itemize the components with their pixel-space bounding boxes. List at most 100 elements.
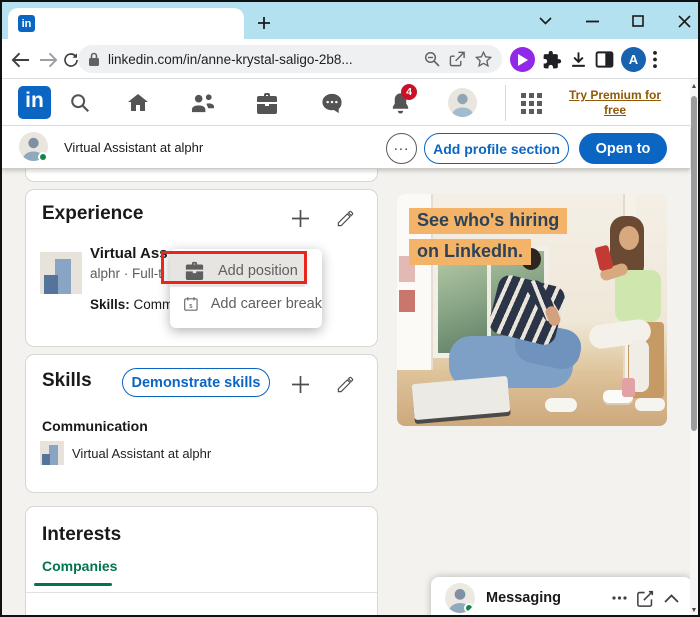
- home-button[interactable]: [124, 89, 152, 117]
- notification-badge: 4: [401, 84, 417, 100]
- search-button[interactable]: [66, 89, 94, 117]
- address-bar[interactable]: linkedin.com/in/anne-krystal-saligo-2b8.…: [78, 45, 502, 73]
- back-button[interactable]: [7, 47, 33, 73]
- browser-tab[interactable]: in: [8, 8, 244, 39]
- add-experience-button[interactable]: [285, 203, 315, 233]
- interests-title: Interests: [42, 524, 122, 545]
- maximize-icon: [632, 15, 644, 27]
- compose-icon: [636, 590, 653, 607]
- company-logo[interactable]: [40, 252, 82, 294]
- previous-card-bottom: [26, 169, 377, 181]
- skill-detail: Virtual Assistant at alphr: [72, 446, 212, 461]
- forward-icon: [39, 52, 57, 68]
- interests-card: Interests Companies: [26, 507, 377, 615]
- nav-divider: [505, 85, 506, 121]
- tab-search-button[interactable]: [533, 10, 557, 32]
- job-company-line: alphr · Full-ti: [90, 266, 166, 281]
- zoom-icon[interactable]: [424, 51, 440, 67]
- ad-banner[interactable]: See who's hiring on LinkedIn.: [397, 194, 667, 426]
- share-icon[interactable]: [449, 51, 466, 67]
- messaging-icon: [322, 93, 342, 113]
- skills-card: Skills Demonstrate skills Communication …: [26, 355, 377, 492]
- presence-indicator: [38, 152, 48, 162]
- menu-item-add-career-break[interactable]: 5 Add career break: [170, 287, 322, 320]
- messaging-title: Messaging: [486, 590, 561, 606]
- ad-wall-art: [399, 290, 415, 312]
- menu-dots-icon[interactable]: [653, 51, 657, 68]
- play-extension-icon: [517, 53, 528, 66]
- divider: [26, 592, 377, 593]
- add-skill-button[interactable]: [285, 369, 315, 399]
- more-button[interactable]: ...: [386, 133, 417, 164]
- play-extension-button[interactable]: [510, 47, 535, 72]
- presence-indicator: [464, 603, 474, 613]
- close-button[interactable]: [672, 10, 696, 32]
- demonstrate-skills-button[interactable]: Demonstrate skills: [122, 368, 270, 397]
- profile-headline: Virtual Assistant at alphr: [64, 140, 204, 155]
- scroll-down-icon[interactable]: ▼: [690, 605, 698, 615]
- home-icon: [128, 94, 148, 111]
- back-icon: [11, 52, 29, 68]
- tab-companies[interactable]: Companies: [42, 558, 117, 574]
- ad-woman2-face: [619, 226, 639, 250]
- calendar-icon: 5: [184, 296, 198, 311]
- messaging-panel[interactable]: Messaging: [431, 577, 692, 615]
- ad-headline-line2: on LinkedIn.: [409, 239, 531, 265]
- browser-profile-avatar[interactable]: A: [621, 47, 646, 72]
- lock-icon: [89, 52, 99, 66]
- expand-messaging-button[interactable]: [658, 585, 684, 611]
- linkedin-logo[interactable]: in: [18, 86, 51, 119]
- pencil-icon: [337, 210, 353, 226]
- active-tab-underline: [34, 583, 112, 586]
- menu-item-add-position[interactable]: Add position: [170, 254, 305, 287]
- job-skills-line: Skills: Comm: [90, 297, 174, 312]
- scroll-up-icon[interactable]: ▲: [690, 81, 698, 91]
- edit-experience-button[interactable]: [330, 203, 360, 233]
- download-icon[interactable]: [569, 50, 588, 69]
- page-content: Experience Virtual Ass alphr · Full-ti S…: [2, 169, 692, 615]
- svg-text:5: 5: [189, 303, 193, 309]
- skill-name[interactable]: Communication: [42, 418, 148, 434]
- browser-toolbar: linkedin.com/in/anne-krystal-saligo-2b8.…: [2, 39, 698, 79]
- new-tab-button[interactable]: [252, 11, 276, 35]
- edit-skills-button[interactable]: [330, 369, 360, 399]
- nav-profile-avatar[interactable]: [448, 88, 477, 117]
- maximize-button[interactable]: [626, 10, 650, 32]
- experience-title: Experience: [42, 203, 144, 224]
- open-to-button[interactable]: Open to: [579, 133, 667, 164]
- grid-icon: [520, 92, 542, 114]
- scrollbar-thumb[interactable]: [691, 96, 697, 431]
- messaging-avatar: [445, 583, 475, 613]
- plus-icon: [291, 375, 309, 393]
- minimize-icon: [585, 20, 599, 22]
- add-experience-menu: Add position 5 Add career break: [170, 249, 322, 328]
- ad-candle: [622, 378, 635, 397]
- jobs-button[interactable]: [253, 89, 281, 117]
- messaging-nav-button[interactable]: [318, 89, 346, 117]
- ad-woman1-shoe: [545, 398, 577, 412]
- chevron-up-icon: [663, 593, 679, 603]
- company-logo-small: [40, 441, 64, 465]
- try-premium-link[interactable]: Try Premium for free: [566, 88, 664, 118]
- jobs-icon: [257, 93, 277, 114]
- apps-grid-button[interactable]: [517, 89, 545, 117]
- url-text: linkedin.com/in/anne-krystal-saligo-2b8.…: [108, 51, 353, 67]
- notifications-button[interactable]: 4: [386, 84, 417, 117]
- pencil-icon: [337, 376, 353, 392]
- search-icon: [71, 94, 90, 113]
- job-title[interactable]: Virtual Ass: [90, 245, 168, 262]
- network-button[interactable]: [188, 89, 216, 117]
- star-icon[interactable]: [475, 51, 492, 67]
- add-profile-section-button[interactable]: Add profile section: [424, 133, 569, 164]
- close-icon: [677, 14, 691, 28]
- minimize-button[interactable]: [580, 10, 604, 32]
- linkedin-navbar: in 4 Try Premium for free: [2, 79, 690, 126]
- tab-strip: in: [2, 2, 698, 39]
- page-scrollbar[interactable]: ▲ ▼: [690, 79, 698, 615]
- split-square-icon[interactable]: [595, 50, 614, 69]
- briefcase-icon: [185, 261, 204, 280]
- messaging-more-button[interactable]: [606, 585, 632, 611]
- ad-woman2-top: [615, 270, 661, 322]
- compose-button[interactable]: [632, 585, 658, 611]
- puzzle-icon[interactable]: [542, 50, 562, 70]
